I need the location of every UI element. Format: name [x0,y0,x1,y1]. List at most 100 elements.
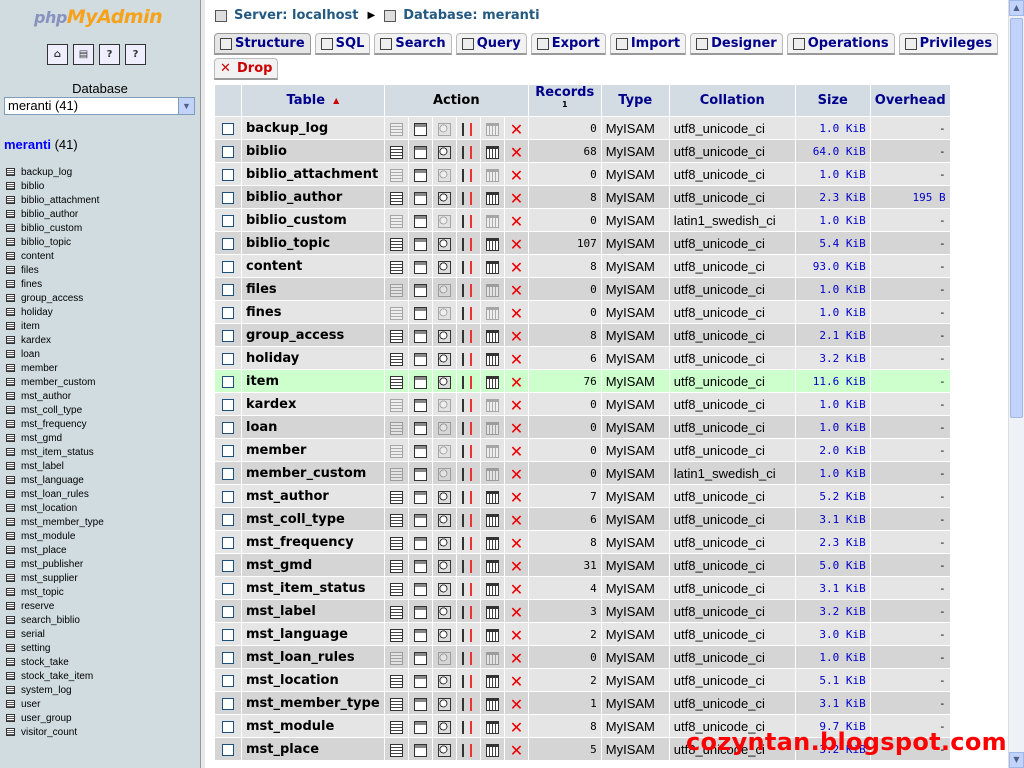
drop-icon[interactable]: ✕ [510,742,523,758]
table-icon[interactable] [6,630,15,638]
sidebar-table-label[interactable]: visitor_count [21,727,77,738]
sidebar-table-mst_place[interactable]: mst_place [6,543,104,557]
drop-icon[interactable]: ✕ [510,190,523,206]
browse-icon[interactable] [389,444,403,458]
sidebar-table-label[interactable]: biblio_author [21,209,78,220]
search-icon[interactable] [437,513,451,527]
structure-icon[interactable] [413,306,427,320]
table-row[interactable]: mst_gmd ✕ 31 MyISAM utf8_unicode_ci 5.0 KiB - [215,554,950,577]
browse-icon[interactable] [389,145,403,159]
table-icon[interactable] [6,490,15,498]
empty-icon[interactable] [485,628,499,642]
sidebar-table-loan[interactable]: loan [6,347,104,361]
table-icon[interactable] [6,210,15,218]
structure-icon[interactable] [413,191,427,205]
structure-icon[interactable] [413,674,427,688]
search-icon[interactable] [437,122,451,136]
table-row[interactable]: loan ✕ 0 MyISAM utf8_unicode_ci 1.0 KiB - [215,416,950,439]
search-icon[interactable] [437,720,451,734]
size-value[interactable]: 1.0 KiB [795,163,870,186]
insert-icon[interactable] [461,145,475,159]
empty-icon[interactable] [485,398,499,412]
row-checkbox[interactable] [222,583,234,596]
size-value[interactable]: 2.1 KiB [795,324,870,347]
empty-icon[interactable] [485,559,499,573]
table-row[interactable]: mst_location ✕ 2 MyISAM utf8_unicode_ci 5.1 K… [215,669,950,692]
table-name[interactable]: mst_language [242,623,384,646]
search-icon[interactable] [437,536,451,550]
search-icon[interactable] [437,743,451,757]
row-checkbox[interactable] [222,376,234,389]
browse-icon[interactable] [389,605,403,619]
search-icon[interactable] [437,214,451,228]
row-checkbox[interactable] [222,123,234,136]
table-name[interactable]: item [242,370,384,393]
sidebar-table-holiday[interactable]: holiday [6,305,104,319]
table-icon[interactable] [6,420,15,428]
empty-icon[interactable] [485,352,499,366]
table-row[interactable]: biblio_custom ✕ 0 MyISAM latin1_swedish_ci 1.… [215,209,950,232]
sidebar-table-label[interactable]: mst_coll_type [21,405,82,416]
browse-icon[interactable] [389,421,403,435]
browse-icon[interactable] [389,237,403,251]
row-checkbox[interactable] [222,445,234,458]
sidebar-table-kardex[interactable]: kardex [6,333,104,347]
search-icon[interactable] [437,490,451,504]
sidebar-table-mst_author[interactable]: mst_author [6,389,104,403]
sidebar-table-label[interactable]: backup_log [21,167,72,178]
sidebar-table-files[interactable]: files [6,263,104,277]
table-row[interactable]: content ✕ 8 MyISAM utf8_unicode_ci 93.0 KiB - [215,255,950,278]
header-records[interactable]: Records 1 [528,85,601,117]
insert-icon[interactable] [461,375,475,389]
browse-icon[interactable] [389,467,403,481]
empty-icon[interactable] [485,444,499,458]
sidebar-table-label[interactable]: mst_frequency [21,419,87,430]
drop-icon[interactable]: ✕ [510,144,523,160]
empty-icon[interactable] [485,122,499,136]
table-row[interactable]: biblio ✕ 68 MyISAM utf8_unicode_ci 64.0 KiB - [215,140,950,163]
row-checkbox[interactable] [222,261,234,274]
drop-icon[interactable]: ✕ [510,351,523,367]
sidebar-table-label[interactable]: mst_location [21,503,77,514]
sidebar-table-label[interactable]: holiday [21,307,53,318]
sidebar-table-member_custom[interactable]: member_custom [6,375,104,389]
size-value[interactable]: 11.6 KiB [795,370,870,393]
insert-icon[interactable] [461,398,475,412]
row-checkbox[interactable] [222,468,234,481]
scroll-up-icon[interactable]: ▲ [1009,0,1024,16]
table-row[interactable]: backup_log ✕ 0 MyISAM utf8_unicode_ci 1.0 KiB… [215,117,950,140]
table-row[interactable]: biblio_author ✕ 8 MyISAM utf8_unicode_ci 2.3 … [215,186,950,209]
search-icon[interactable] [437,329,451,343]
insert-icon[interactable] [461,122,475,136]
sidebar-table-label[interactable]: user_group [21,713,72,724]
row-checkbox[interactable] [222,353,234,366]
structure-icon[interactable] [413,283,427,297]
docs-icon[interactable]: ? [99,44,120,65]
row-checkbox[interactable] [222,192,234,205]
size-value[interactable]: 2.3 KiB [795,186,870,209]
table-name[interactable]: mst_member_type [242,692,384,715]
table-icon[interactable] [6,602,15,610]
sidebar-table-user_group[interactable]: user_group [6,711,104,725]
sidebar-table-label[interactable]: member_custom [21,377,95,388]
drop-icon[interactable]: ✕ [510,696,523,712]
drop-icon[interactable]: ✕ [510,627,523,643]
browse-icon[interactable] [389,513,403,527]
drop-icon[interactable]: ✕ [510,650,523,666]
browse-icon[interactable] [389,306,403,320]
table-name[interactable]: biblio_custom [242,209,384,232]
database-select[interactable]: meranti (41) ▼ [4,97,195,115]
table-name[interactable]: mst_frequency [242,531,384,554]
drop-icon[interactable]: ✕ [510,512,523,528]
sidebar-table-label[interactable]: mst_member_type [21,517,104,528]
table-icon[interactable] [6,308,15,316]
sidebar-table-serial[interactable]: serial [6,627,104,641]
sidebar-table-biblio[interactable]: biblio [6,179,104,193]
sidebar-table-label[interactable]: item [21,321,40,332]
structure-icon[interactable] [413,168,427,182]
tab-privileges[interactable]: Privileges [898,33,999,55]
drop-icon[interactable]: ✕ [510,719,523,735]
sidebar-table-label[interactable]: mst_item_status [21,447,94,458]
browse-icon[interactable] [389,375,403,389]
insert-icon[interactable] [461,490,475,504]
